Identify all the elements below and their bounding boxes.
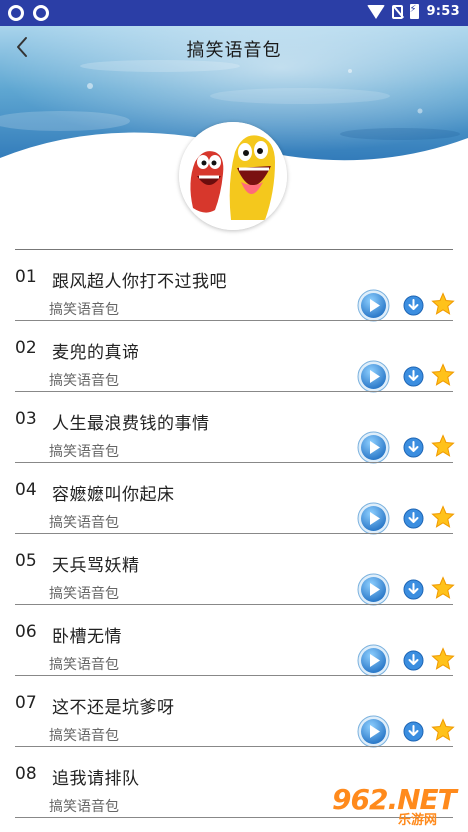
- favorite-button[interactable]: [431, 576, 455, 600]
- wifi-icon: [367, 4, 386, 19]
- play-button[interactable]: [357, 644, 390, 677]
- list-item[interactable]: 07 这不还是坑爹呀 搞笑语音包: [0, 676, 468, 748]
- play-button[interactable]: [357, 715, 390, 748]
- play-button[interactable]: [357, 289, 390, 322]
- item-subtitle: 搞笑语音包: [49, 799, 119, 815]
- favorite-button[interactable]: [431, 505, 455, 529]
- download-button[interactable]: [403, 366, 424, 387]
- item-subtitle: 搞笑语音包: [49, 373, 119, 389]
- item-title: 追我请排队: [52, 769, 140, 789]
- item-title: 卧槽无情: [52, 627, 122, 647]
- item-number: 05: [15, 551, 37, 571]
- play-icon: [357, 289, 390, 322]
- item-subtitle: 搞笑语音包: [49, 444, 119, 460]
- watermark-logo: 962.NET 乐游网: [326, 781, 466, 828]
- watermark-subtext: 乐游网: [398, 813, 438, 828]
- list-item[interactable]: 02 麦兜的真谛 搞笑语音包: [0, 321, 468, 393]
- item-title: 人生最浪费钱的事情: [52, 414, 210, 434]
- play-icon: [357, 644, 390, 677]
- item-title: 跟风超人你打不过我吧: [52, 272, 227, 292]
- favorite-button[interactable]: [431, 363, 455, 387]
- download-button[interactable]: [403, 721, 424, 742]
- item-number: 03: [15, 409, 37, 429]
- status-right-icons: 9:53: [367, 4, 460, 19]
- download-icon: [403, 721, 424, 742]
- list-item[interactable]: 06 卧槽无情 搞笑语音包: [0, 605, 468, 677]
- status-bar: 9:53: [0, 0, 468, 26]
- favorite-button[interactable]: [431, 292, 455, 316]
- item-subtitle: 搞笑语音包: [49, 657, 119, 673]
- item-title: 天兵骂妖精: [52, 556, 140, 576]
- item-title: 这不还是坑爹呀: [52, 698, 175, 718]
- status-left-icons: [8, 5, 49, 21]
- item-number: 06: [15, 622, 37, 642]
- watermark-text: 962.NET: [332, 783, 457, 816]
- list-item[interactable]: 03 人生最浪费钱的事情 搞笑语音包: [0, 392, 468, 464]
- item-subtitle: 搞笑语音包: [49, 302, 119, 318]
- voice-list: 01 跟风超人你打不过我吧 搞笑语音包 02 麦兜的真谛 搞笑语音包 03 人生…: [0, 250, 468, 818]
- star-icon: [431, 718, 455, 741]
- album-cover-image: [179, 122, 287, 230]
- download-button[interactable]: [403, 650, 424, 671]
- download-button[interactable]: [403, 295, 424, 316]
- sync-icon: [8, 5, 24, 21]
- favorite-button[interactable]: [431, 718, 455, 742]
- download-button[interactable]: [403, 437, 424, 458]
- play-icon: [357, 715, 390, 748]
- item-number: 04: [15, 480, 37, 500]
- sync-icon: [33, 5, 49, 21]
- download-button[interactable]: [403, 508, 424, 529]
- play-button[interactable]: [357, 360, 390, 393]
- play-icon: [357, 502, 390, 535]
- status-time: 9:53: [426, 4, 460, 19]
- list-item[interactable]: 01 跟风超人你打不过我吧 搞笑语音包: [0, 250, 468, 322]
- item-subtitle: 搞笑语音包: [49, 728, 119, 744]
- star-icon: [431, 576, 455, 599]
- list-item[interactable]: 05 天兵骂妖精 搞笑语音包: [0, 534, 468, 606]
- play-icon: [357, 360, 390, 393]
- item-number: 02: [15, 338, 37, 358]
- item-subtitle: 搞笑语音包: [49, 586, 119, 602]
- download-icon: [403, 295, 424, 316]
- play-button[interactable]: [357, 502, 390, 535]
- download-icon: [403, 437, 424, 458]
- download-icon: [403, 508, 424, 529]
- item-title: 麦兜的真谛: [52, 343, 140, 363]
- star-icon: [431, 434, 455, 457]
- item-number: 01: [15, 267, 37, 287]
- download-icon: [403, 650, 424, 671]
- star-icon: [431, 505, 455, 528]
- list-item[interactable]: 04 容嬷嬷叫你起床 搞笑语音包: [0, 463, 468, 535]
- download-icon: [403, 579, 424, 600]
- item-number: 08: [15, 764, 37, 784]
- no-sim-icon: [392, 4, 404, 19]
- favorite-button[interactable]: [431, 647, 455, 671]
- play-button[interactable]: [357, 431, 390, 464]
- favorite-button[interactable]: [431, 434, 455, 458]
- item-number: 07: [15, 693, 37, 713]
- download-button[interactable]: [403, 579, 424, 600]
- download-icon: [403, 366, 424, 387]
- play-button[interactable]: [357, 573, 390, 606]
- star-icon: [431, 647, 455, 670]
- star-icon: [431, 292, 455, 315]
- page-title: 搞笑语音包: [186, 40, 282, 61]
- battery-charging-icon: [409, 4, 420, 19]
- play-icon: [357, 431, 390, 464]
- item-subtitle: 搞笑语音包: [49, 515, 119, 531]
- play-icon: [357, 573, 390, 606]
- item-title: 容嬷嬷叫你起床: [52, 485, 175, 505]
- star-icon: [431, 363, 455, 386]
